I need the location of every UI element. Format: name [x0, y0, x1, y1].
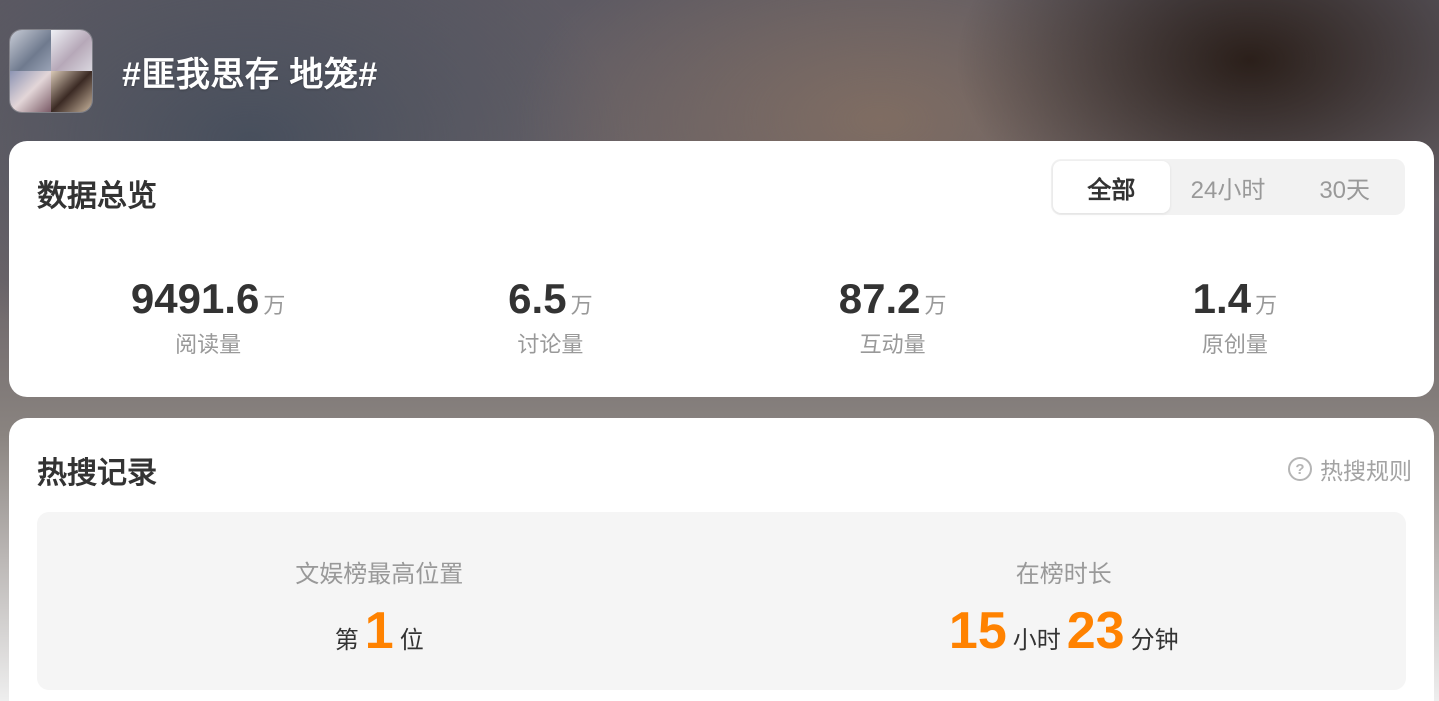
- stat-reads: 9491.6 万 阅读量: [37, 273, 379, 359]
- stat-value: 9491.6: [130, 275, 260, 322]
- duration-value: 15 小时 23 分钟: [949, 603, 1179, 659]
- stat-value: 6.5: [508, 275, 567, 322]
- avatar-tile: [10, 71, 51, 112]
- rank-number: 1: [364, 602, 394, 660]
- topic-header: #匪我思存 地笼#: [10, 30, 378, 112]
- minutes-unit: 分钟: [1130, 626, 1179, 654]
- stats-row: 9491.6 万 阅读量 6.5 万 讨论量 87.2 万 互动量 1.4 万 …: [37, 273, 1406, 359]
- highest-position: 文娱榜最高位置 第 1 位: [37, 512, 722, 690]
- avatar-tile: [10, 30, 51, 71]
- duration-minutes: 23: [1066, 602, 1125, 660]
- stat-unit: 万: [570, 294, 593, 319]
- rank-suffix: 位: [399, 626, 424, 654]
- stat-label: 原创量: [1201, 333, 1268, 358]
- topic-avatar[interactable]: [10, 30, 92, 112]
- hot-search-rules-link[interactable]: ? 热搜规则: [1288, 452, 1412, 486]
- stat-originals: 1.4 万 原创量: [1064, 273, 1406, 359]
- topic-title: #匪我思存 地笼#: [122, 55, 378, 94]
- stat-unit: 万: [263, 294, 286, 319]
- hot-search-record-panel: 文娱榜最高位置 第 1 位 在榜时长 15 小时 23 分钟: [37, 512, 1406, 690]
- stat-discussions: 6.5 万 讨论量: [379, 273, 721, 359]
- duration-hours: 15: [948, 602, 1007, 660]
- overview-title: 数据总览: [37, 180, 157, 213]
- stat-unit: 万: [1255, 294, 1278, 319]
- hot-search-title: 热搜记录: [37, 457, 157, 490]
- rules-label: 热搜规则: [1320, 459, 1412, 485]
- duration-label: 在榜时长: [1015, 560, 1112, 588]
- question-circle-icon: ?: [1288, 457, 1312, 481]
- stat-interactions: 87.2 万 互动量: [722, 273, 1064, 359]
- stat-label: 互动量: [859, 333, 926, 358]
- stat-unit: 万: [924, 294, 947, 319]
- highest-position-value: 第 1 位: [335, 603, 424, 659]
- avatar-tile: [51, 30, 92, 71]
- stat-label: 阅读量: [175, 333, 242, 358]
- tab-30d[interactable]: 30天: [1286, 161, 1403, 213]
- stat-value: 1.4: [1192, 275, 1252, 322]
- data-overview-card: 数据总览 全部 24小时 30天 9491.6 万 阅读量 6.5 万 讨论量 …: [9, 141, 1434, 397]
- chart-duration: 在榜时长 15 小时 23 分钟: [722, 512, 1407, 690]
- stat-value: 87.2: [838, 275, 921, 322]
- tab-24h[interactable]: 24小时: [1170, 161, 1287, 213]
- highest-position-label: 文娱榜最高位置: [295, 560, 464, 588]
- rank-prefix: 第: [334, 626, 359, 654]
- avatar-tile: [51, 71, 92, 112]
- hours-unit: 小时: [1012, 626, 1061, 654]
- hot-search-card: 热搜记录 ? 热搜规则 文娱榜最高位置 第 1 位 在榜时长 15 小时 23 …: [9, 418, 1434, 701]
- tab-all[interactable]: 全部: [1053, 161, 1170, 213]
- time-range-tabs: 全部 24小时 30天: [1051, 159, 1405, 215]
- stat-label: 讨论量: [517, 333, 584, 358]
